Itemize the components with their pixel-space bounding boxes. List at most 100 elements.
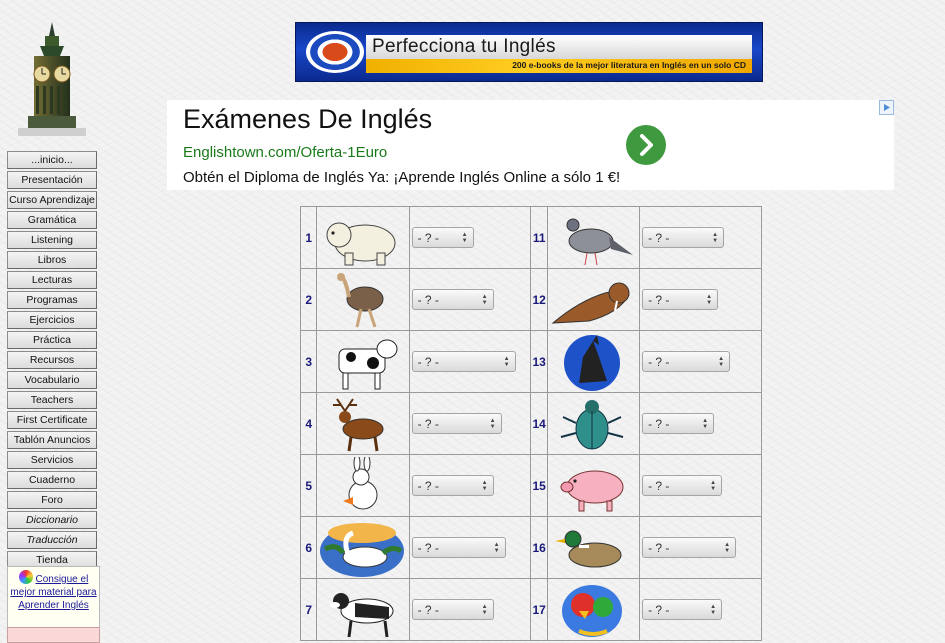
- sidebar-item-0[interactable]: ...inicio...: [7, 151, 97, 169]
- question-number: 1: [299, 206, 318, 269]
- polar-bear-icon: [317, 207, 406, 268]
- answer-select-value: - ? -: [417, 293, 439, 307]
- animal-picture-cell: [546, 206, 641, 269]
- answer-select[interactable]: - ? - ▲ ▼: [411, 227, 474, 248]
- sidebar-item-7[interactable]: Programas: [7, 291, 97, 309]
- sidebar-item-19[interactable]: Traducción: [7, 531, 97, 549]
- animal-picture-cell: [316, 330, 410, 393]
- answer-cell: - ? - ▲ ▼: [639, 578, 762, 641]
- animal-picture-cell: [546, 454, 641, 517]
- text-ad[interactable]: Exámenes De Inglés Englishtown.com/Ofert…: [167, 100, 894, 190]
- deer-icon: [317, 393, 406, 454]
- walrus-icon: [548, 269, 637, 330]
- animal-picture-cell: [546, 392, 641, 455]
- sidebar-item-14[interactable]: Tablón Anuncios: [7, 431, 97, 449]
- sidebar-item-2[interactable]: Curso Aprendizaje: [7, 191, 97, 209]
- sidebar-item-12[interactable]: Teachers: [7, 391, 97, 409]
- spinner-arrows-icon: ▲ ▼: [481, 294, 488, 306]
- quiz-row: 6 - ? - ▲ ▼ 16 - ? - ▲ ▼: [299, 516, 762, 579]
- sidebar-item-4[interactable]: Listening: [7, 231, 97, 249]
- adchoices-icon[interactable]: [879, 100, 894, 115]
- animal-picture-cell: [316, 516, 410, 579]
- answer-select[interactable]: - ? - ▲ ▼: [642, 475, 723, 496]
- question-number: 12: [530, 268, 548, 331]
- spinner-arrows-icon: ▲ ▼: [702, 418, 709, 430]
- sidebar-item-17[interactable]: Foro: [7, 491, 97, 509]
- sidebar-item-5[interactable]: Libros: [7, 251, 97, 269]
- cd-lens-icon: [306, 31, 364, 73]
- animal-picture-cell: [316, 206, 410, 269]
- question-number: 13: [530, 330, 548, 393]
- ad-arrow-button[interactable]: [626, 125, 666, 165]
- animal-picture-cell: [316, 454, 410, 517]
- sidebar-item-3[interactable]: Gramática: [7, 211, 97, 229]
- swan-icon: [317, 517, 406, 578]
- question-number: 15: [530, 454, 548, 517]
- answer-cell: - ? - ▲ ▼: [408, 268, 532, 331]
- spinner-arrows-icon: ▲ ▼: [481, 604, 488, 616]
- sidebar-item-9[interactable]: Práctica: [7, 331, 97, 349]
- question-number: 4: [299, 392, 318, 455]
- sidebar-item-8[interactable]: Ejercicios: [7, 311, 97, 329]
- answer-cell: - ? - ▲ ▼: [639, 454, 762, 517]
- sidebar-item-10[interactable]: Recursos: [7, 351, 97, 369]
- sidebar-item-11[interactable]: Vocabulario: [7, 371, 97, 389]
- animal-picture-cell: [546, 578, 641, 641]
- answer-select-value: - ? -: [648, 417, 670, 431]
- answer-select[interactable]: - ? - ▲ ▼: [411, 289, 494, 310]
- question-number: 16: [530, 516, 548, 579]
- animal-picture-cell: [316, 392, 410, 455]
- dog-icon: [317, 579, 406, 640]
- animal-picture-cell: [316, 268, 410, 331]
- answer-select[interactable]: - ? - ▲ ▼: [642, 351, 731, 372]
- answer-cell: - ? - ▲ ▼: [639, 516, 762, 579]
- sidebar-item-18[interactable]: Diccionario: [7, 511, 97, 529]
- pig-icon: [548, 455, 637, 516]
- ad-title[interactable]: Exámenes De Inglés: [183, 104, 432, 135]
- answer-select[interactable]: - ? - ▲ ▼: [642, 227, 725, 248]
- sidebar-item-16[interactable]: Cuaderno: [7, 471, 97, 489]
- answer-select[interactable]: - ? - ▲ ▼: [642, 599, 723, 620]
- pigeon-icon: [548, 207, 637, 268]
- spinner-arrows-icon: ▲ ▼: [710, 480, 717, 492]
- spinner-arrows-icon: ▲ ▼: [718, 356, 725, 368]
- answer-select[interactable]: - ? - ▲ ▼: [642, 413, 715, 434]
- answer-cell: - ? - ▲ ▼: [639, 206, 762, 269]
- question-number: 2: [299, 268, 318, 331]
- beetle-icon: [548, 393, 637, 454]
- quiz-row: 7 - ? - ▲ ▼ 17 - ? - ▲ ▼: [299, 578, 762, 641]
- answer-select-value: - ? -: [648, 293, 670, 307]
- cow-icon: [317, 331, 406, 392]
- banner-ad[interactable]: Perfecciona tu Inglés 200 e-books de la …: [295, 22, 763, 82]
- chevron-right-icon: [640, 134, 653, 156]
- wolf-icon: [548, 331, 637, 392]
- color-wheel-icon: [18, 570, 33, 584]
- parrot-icon: [548, 579, 637, 640]
- sidebar-item-1[interactable]: Presentación: [7, 171, 97, 189]
- answer-select[interactable]: - ? - ▲ ▼: [411, 413, 502, 434]
- animal-picture-cell: [316, 578, 410, 641]
- answer-cell: - ? - ▲ ▼: [408, 454, 532, 517]
- sidebar-item-13[interactable]: First Certificate: [7, 411, 97, 429]
- ad-text: Obtén el Diploma de Inglés Ya: ¡Aprende …: [183, 169, 621, 186]
- answer-select[interactable]: - ? - ▲ ▼: [642, 289, 719, 310]
- quiz-row: 5 - ? - ▲ ▼ 15 - ? - ▲ ▼: [299, 454, 762, 517]
- spinner-arrows-icon: ▲ ▼: [724, 542, 731, 554]
- answer-select[interactable]: - ? - ▲ ▼: [411, 537, 506, 558]
- banner-headline: Perfecciona tu Inglés: [372, 36, 556, 57]
- ad-url[interactable]: Englishtown.com/Oferta-1Euro: [183, 144, 387, 161]
- spinner-arrows-icon: ▲ ▼: [489, 418, 496, 430]
- answer-select-value: - ? -: [648, 231, 670, 245]
- answer-cell: - ? - ▲ ▼: [408, 330, 532, 393]
- answer-select-value: - ? -: [648, 541, 670, 555]
- answer-select-value: - ? -: [417, 603, 439, 617]
- answer-select[interactable]: - ? - ▲ ▼: [411, 351, 516, 372]
- promo-strip: [7, 627, 100, 643]
- answer-select[interactable]: - ? - ▲ ▼: [411, 475, 494, 496]
- sidebar-item-15[interactable]: Servicios: [7, 451, 97, 469]
- answer-select[interactable]: - ? - ▲ ▼: [411, 599, 494, 620]
- spinner-arrows-icon: ▲ ▼: [706, 294, 713, 306]
- answer-select[interactable]: - ? - ▲ ▼: [642, 537, 737, 558]
- sidebar-item-6[interactable]: Lecturas: [7, 271, 97, 289]
- answer-select-value: - ? -: [417, 355, 439, 369]
